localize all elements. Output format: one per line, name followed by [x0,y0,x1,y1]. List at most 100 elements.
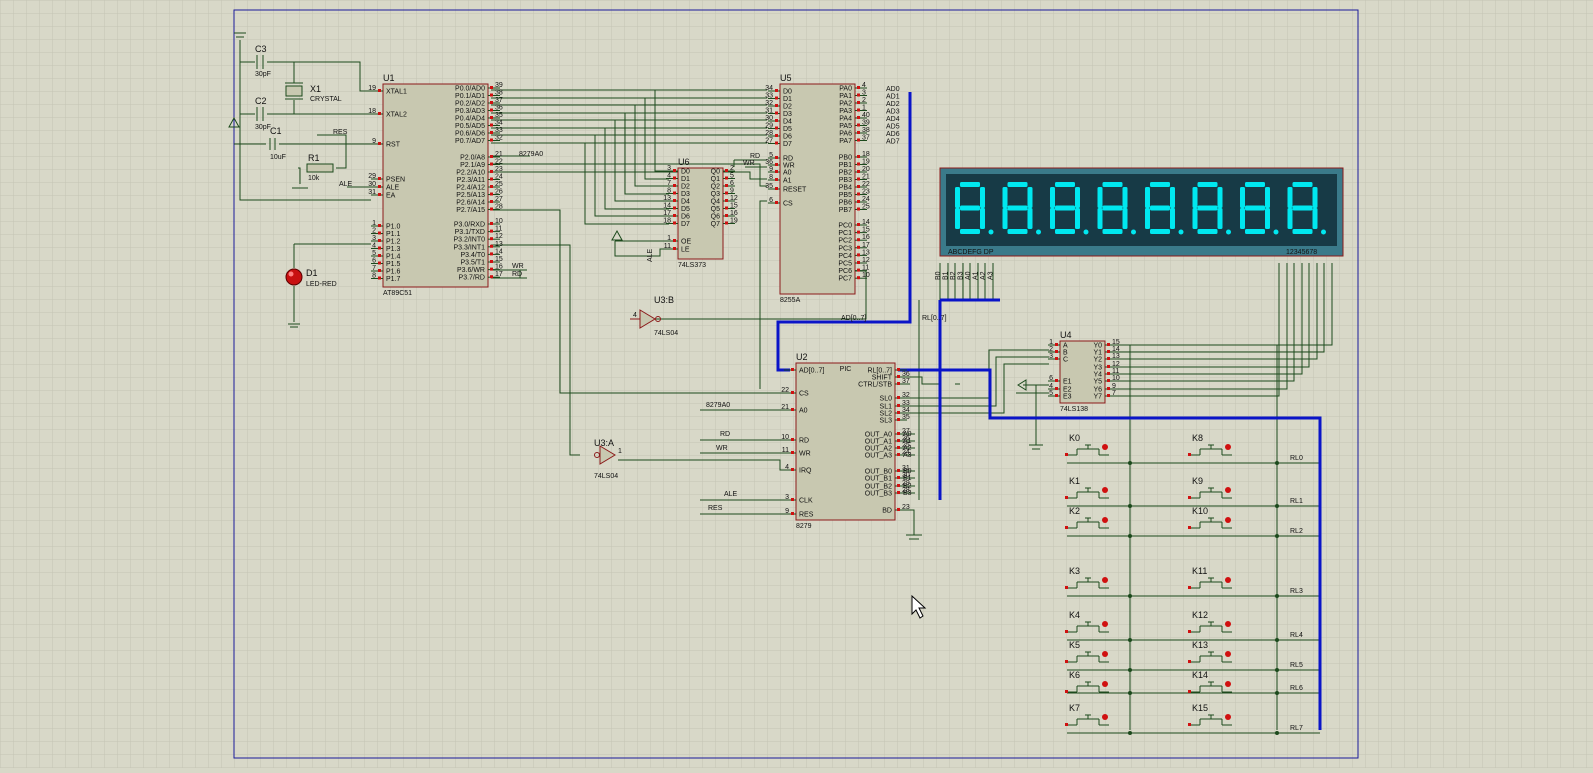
u1-pinnum: 7 [372,265,376,272]
u5-pin-pb5: PB5 [839,192,852,199]
u4-pin-y0: Y0 [1093,343,1102,350]
u2-pinnum: 33 [902,400,910,407]
u6-pin-le: LE [681,247,690,254]
net-pa-ad7: AD7 [886,139,900,146]
u5-pin-cs: CS [783,201,793,208]
u5-pin-a1: A1 [783,178,792,185]
u2-pinnum: 21 [781,404,789,411]
u1-pinnum: 14 [495,248,503,255]
u2-pin-res: RES [799,512,814,519]
u3a-ref: U3:A [594,438,614,448]
u5-pin-pb1: PB1 [839,162,852,169]
u1-pin-xtal2: XTAL2 [386,112,407,119]
u5-pin-pc5: PC5 [838,261,852,268]
u5-pinnum: 28 [765,130,773,137]
u1-pin-p06ad6: P0.6/AD6 [455,131,485,138]
u1-pinnum: 22 [495,159,503,166]
u5-pin-d2: D2 [783,104,792,111]
u1-pinnum: 33 [495,127,503,134]
u5-pinnum: 31 [765,108,773,115]
u1-pin-p10: P1.0 [386,224,401,231]
u5-pinnum: 14 [862,219,870,226]
u2-pin-sl0: SL0 [880,396,893,403]
row-label-rl5: RL5 [1290,662,1303,669]
c3-ref: C3 [255,44,267,54]
u6-pin-d3: D3 [681,191,690,198]
u1-pin-p05ad5: P0.5/AD5 [455,123,485,130]
u4-pin-y6: Y6 [1093,387,1102,394]
u5-pin-d0: D0 [783,89,792,96]
u5-part: 8255A [780,297,801,304]
x1-value: CRYSTAL [310,96,342,103]
u1-pinnum: 15 [495,256,503,263]
u1-pin-p35t1: P3.5/T1 [460,260,485,267]
u6-pinnum: 6 [730,180,734,187]
chip-u2[interactable]: U2 8279 PIC AD[0..7] CS 22 A0 21 RD 10 WR 11 IRQ 4 CLK… [781,352,910,530]
u2-pin-sl1: SL1 [880,404,893,411]
u1-pin-p32int0: P3.2/INT0 [453,237,485,244]
u5-pinnum: 36 [765,159,773,166]
u4-pinnum: 13 [1112,353,1120,360]
net-pa-ad4: AD4 [886,116,900,123]
u5-pin-d6: D6 [783,134,792,141]
u2-pin-rd: RD [799,438,809,445]
u1-ref: U1 [383,73,395,83]
u5-pin-pc3: PC3 [838,245,852,252]
u5-pin-pc4: PC4 [838,253,852,260]
display-digits-label: 12345678 [1286,249,1317,256]
u3b-ref: U3:B [654,295,674,305]
u1-pin-p26a14: P2.6/A14 [456,200,485,207]
u1-pin-psen: PSEN [386,177,405,184]
u6-pin-q0: Q0 [711,169,720,176]
c3-value: 30pF [255,71,271,78]
u5-pin-d5: D5 [783,126,792,133]
u1-pinnum: 3 [372,235,376,242]
u2-pin-irq: IRQ [799,468,812,475]
u1-pin-ale: ALE [386,185,400,192]
chip-u5[interactable]: U58255AD034D133D232D331D430D529D628D727R… [765,73,870,304]
u1-pinnum: 37 [495,97,503,104]
u4-pinnum: 10 [1112,375,1120,382]
u6-pin-q3: Q3 [711,191,720,198]
u2-out-b3: B3 [903,490,912,497]
u5-pin-reset: RESET [783,187,807,194]
row-label-rl0: RL0 [1290,455,1303,462]
u5-pinnum: 34 [765,85,773,92]
u2-pin-outa0: OUT_A0 [865,432,892,439]
key-label-k12: K12 [1192,610,1208,620]
u6-pin-d4: D4 [681,199,690,206]
key-label-k9: K9 [1192,476,1203,486]
u1-pinnum: 34 [495,120,503,127]
net-wr-2: WR [743,160,755,167]
u1-pin-ea: EA [386,193,396,200]
d1-value: LED-RED [306,281,337,288]
u2-pin-ad07: AD[0..7] [799,368,824,375]
u1-pin-p30rxd: P3.0/RXD [454,222,485,229]
key-label-k10: K10 [1192,506,1208,516]
u2-pin-outb2: OUT_B2 [865,484,892,491]
u1-pin-p25a13: P2.5/A13 [456,192,485,199]
schematic-canvas[interactable]: U1 AT89C51 XTAL1 19 XTAL2 18 RST 9 PSEN 29 ALE 30 EA… [0,0,1593,768]
u3b-in-pin: 4 [633,312,637,319]
net-pa-ad1: AD1 [886,94,900,101]
c1-value: 10uF [270,154,286,161]
key-label-k7: K7 [1069,703,1080,713]
d1-ref: D1 [306,268,318,278]
r1-ref: R1 [308,153,320,163]
u5-pinnum: 17 [862,242,870,249]
u5-pin-pa4: PA4 [839,116,852,123]
u4-pin-y3: Y3 [1093,365,1102,372]
u5-pinnum: 33 [765,93,773,100]
u5-pin-pa7: PA7 [839,138,852,145]
u4-pinnum: 14 [1112,346,1120,353]
net-8279a0-2: 8279A0 [706,402,730,409]
row-label-rl6: RL6 [1290,685,1303,692]
row-label-rl2: RL2 [1290,528,1303,535]
u6-pin-d0: D0 [681,169,690,176]
u1-pin-p21a9: P2.1/A9 [460,162,485,169]
u1-part: AT89C51 [383,290,412,297]
u5-pinnum: 25 [862,204,870,211]
chip-u1[interactable]: U1AT89C51XTAL119XTAL218RST9PSEN29ALE30EA… [368,73,503,297]
u5-pin-pb3: PB3 [839,177,852,184]
r1-value: 10k [308,175,320,182]
